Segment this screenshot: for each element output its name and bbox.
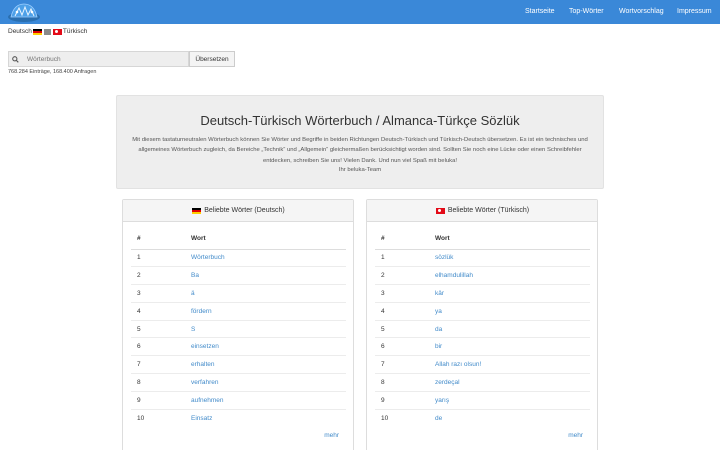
word-link[interactable]: verfahren	[191, 379, 218, 386]
word-link[interactable]: S	[191, 326, 195, 333]
rank-cell: 2	[375, 266, 429, 285]
search-form: Übersetzen	[8, 51, 235, 67]
word-link[interactable]: aufnehmen	[191, 397, 224, 404]
table-header-row: # Wort	[131, 229, 346, 250]
table-row: 9 yarış	[375, 390, 590, 410]
word-link[interactable]: Einsatz	[191, 415, 212, 422]
word-link[interactable]: kâr	[435, 290, 444, 297]
search-input[interactable]	[22, 51, 189, 67]
search-icon	[8, 51, 22, 67]
swap-icon[interactable]	[43, 28, 51, 35]
word-link[interactable]: zerdeçal	[435, 379, 460, 386]
popular-words-turkish-panel: Beliebte Wörter (Türkisch) # Wort 1 sözlü…	[366, 199, 598, 450]
table-row: 5S	[131, 319, 346, 338]
rank-cell: 8	[375, 373, 429, 392]
table-row: 4 ya	[375, 301, 590, 321]
table-row: 6 bir	[375, 337, 590, 356]
rank-cell: 1	[381, 254, 385, 262]
nav-impressum[interactable]: Impressum	[677, 0, 712, 24]
dictionary-stats: 768.284 Einträge, 168.400 Anfragen	[8, 69, 97, 75]
word-link[interactable]: yarış	[435, 397, 449, 404]
intro-text: Mit diesem tastaturneutralen Wörterbuch …	[132, 137, 588, 164]
table-row: 1 sözlük	[375, 249, 590, 267]
source-language-label: Deutsch	[8, 28, 32, 35]
rank-cell: 7	[131, 355, 185, 374]
popular-words-table: # Wort 1 sözlük 2 elhamdulillah 3 kâr 4 ya 5…	[375, 229, 590, 427]
table-row: 5 da	[375, 319, 590, 338]
panel-heading: Beliebte Wörter (Deutsch)	[123, 200, 353, 222]
intro-box: Deutsch-Türkisch Wörterbuch / Almanca-Tü…	[116, 95, 604, 189]
navbar: Startseite Top-Wörter Wortvorschlag Impr…	[0, 0, 720, 24]
rank-cell: 6	[131, 337, 185, 356]
word-link[interactable]: ya	[435, 308, 442, 315]
table-row: 10 de	[375, 408, 590, 427]
table-header-row: # Wort	[375, 229, 590, 250]
target-language-label: Türkisch	[62, 28, 88, 35]
rank-cell: 10	[131, 408, 185, 427]
table-row: 6 einsetzen	[131, 337, 346, 356]
word-link[interactable]: da	[435, 326, 442, 333]
table-row: 9 aufnehmen	[131, 390, 346, 410]
rank-cell: 3	[131, 284, 185, 303]
panel-heading: Beliebte Wörter (Türkisch)	[367, 200, 597, 222]
table-row: 3 kâr	[375, 284, 590, 303]
rank-cell: 2	[131, 266, 185, 285]
beluka-logo-icon[interactable]	[6, 1, 42, 23]
flag-turkey-icon	[435, 207, 445, 214]
translate-button[interactable]: Übersetzen	[189, 51, 235, 67]
flag-turkey-icon	[52, 28, 62, 35]
rank-cell: 1	[137, 254, 141, 262]
popular-words-german-panel: Beliebte Wörter (Deutsch) # Wort 1 Wörter…	[122, 199, 354, 450]
word-link[interactable]: elhamdulillah	[435, 272, 473, 279]
word-link[interactable]: fördern	[191, 308, 212, 315]
popular-words-table: # Wort 1 Wörterbuch 2 Ba 3ä 4 fördern 5S 6e…	[131, 229, 346, 427]
more-link[interactable]: mehr	[568, 432, 583, 439]
nav-top-woerter[interactable]: Top-Wörter	[569, 0, 604, 24]
rank-cell: 4	[131, 301, 185, 321]
word-link[interactable]: bir	[435, 343, 442, 350]
rank-cell: 10	[375, 408, 429, 427]
flag-germany-icon	[192, 207, 202, 214]
rank-cell: 7	[375, 355, 429, 374]
column-header-word: Wort	[185, 229, 346, 250]
page-title: Deutsch-Türkisch Wörterbuch / Almanca-Tü…	[200, 113, 520, 128]
rank-cell: 5	[375, 319, 429, 338]
language-switcher[interactable]: Deutsch Türkisch	[8, 27, 87, 36]
column-header-number: #	[131, 229, 185, 250]
nav-wortvorschlag[interactable]: Wortvorschlag	[619, 0, 664, 24]
table-row: 3ä	[131, 284, 346, 303]
table-row: 8 verfahren	[131, 373, 346, 392]
rank-cell: 9	[131, 390, 185, 410]
nav-startseite[interactable]: Startseite	[525, 0, 555, 24]
panel-title: Beliebte Wörter (Türkisch)	[447, 206, 530, 214]
rank-cell: 3	[375, 284, 429, 303]
rank-cell: 6	[375, 337, 429, 356]
rank-cell: 9	[375, 390, 429, 410]
table-row: 2 Ba	[131, 266, 346, 285]
word-link[interactable]: Wörterbuch	[191, 254, 225, 261]
more-link[interactable]: mehr	[324, 432, 339, 439]
intro-signature: Ihr beluka-Team	[338, 167, 382, 173]
table-row: 2 elhamdulillah	[375, 266, 590, 285]
column-header-word: Wort	[429, 229, 590, 250]
table-row: 7 Allah razı olsun!	[375, 355, 590, 374]
word-link[interactable]: de	[435, 415, 442, 422]
rank-cell: 4	[375, 301, 429, 321]
table-row: 1 Wörterbuch	[131, 249, 346, 267]
table-row: 4 fördern	[131, 301, 346, 321]
column-header-number: #	[375, 229, 429, 250]
word-link[interactable]: ä	[191, 290, 195, 297]
table-row: 7 erhalten	[131, 355, 346, 374]
word-link[interactable]: einsetzen	[191, 343, 219, 350]
word-link[interactable]: sözlük	[435, 254, 453, 261]
rank-cell: 5	[131, 319, 185, 338]
table-row: 10 Einsatz	[131, 408, 346, 427]
table-row: 8 zerdeçal	[375, 373, 590, 392]
word-link[interactable]: Allah razı olsun!	[435, 361, 481, 368]
word-link[interactable]: erhalten	[191, 361, 215, 368]
flag-germany-icon	[32, 28, 42, 35]
rank-cell: 8	[131, 373, 185, 392]
word-link[interactable]: Ba	[191, 272, 199, 279]
panel-title: Beliebte Wörter (Deutsch)	[204, 206, 285, 214]
